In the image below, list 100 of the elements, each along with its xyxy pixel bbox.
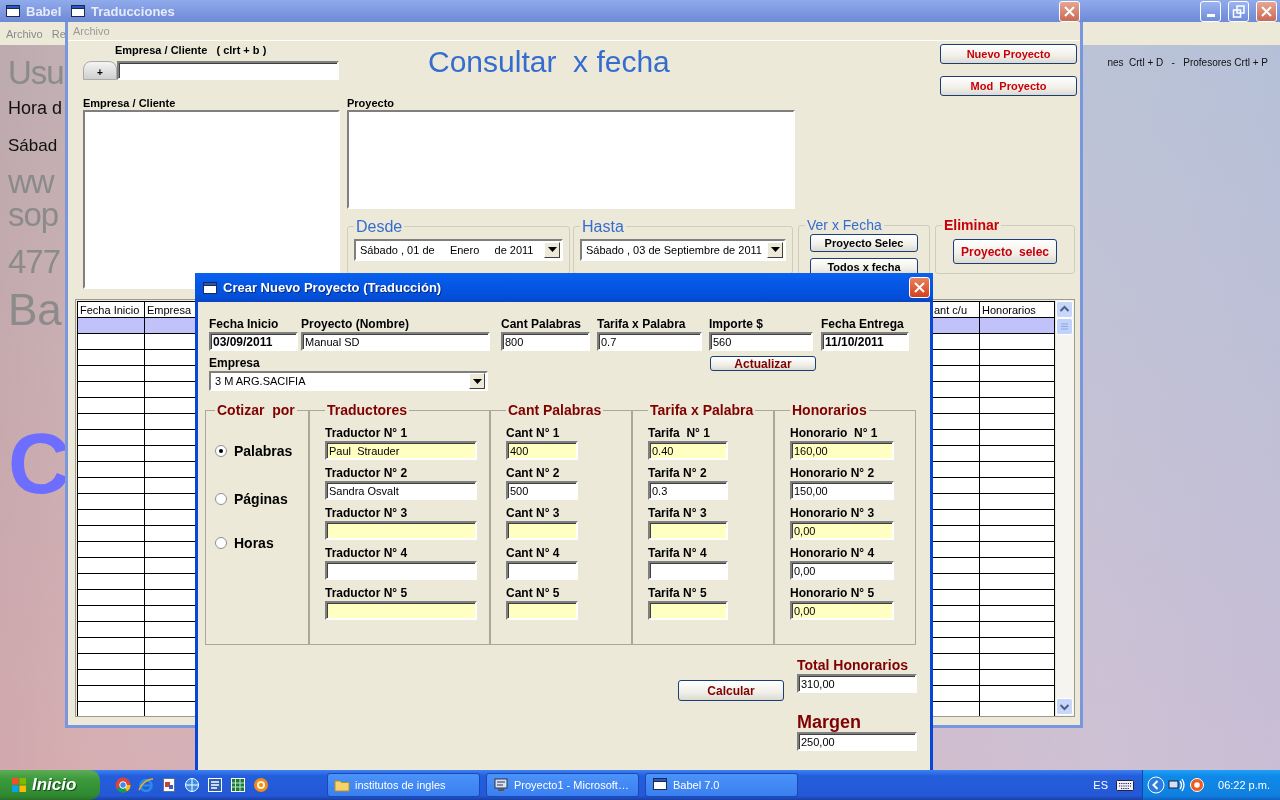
scrollbar-track[interactable] bbox=[1056, 300, 1074, 716]
column-header[interactable]: Fecha Inicio bbox=[77, 301, 145, 318]
text-field[interactable] bbox=[648, 561, 728, 581]
window-title: Babel bbox=[26, 3, 62, 19]
update-button[interactable]: Actualizar bbox=[710, 356, 816, 371]
text-field[interactable] bbox=[648, 601, 728, 621]
field-label: Proyecto bbox=[347, 97, 396, 110]
globe-icon[interactable] bbox=[184, 777, 200, 793]
background-text: Sábad bbox=[8, 137, 58, 154]
field-label: Cant N° 3 bbox=[506, 506, 561, 522]
field-label: Traductor N° 4 bbox=[325, 546, 409, 562]
scroll-up-button[interactable] bbox=[1056, 301, 1073, 318]
frame-legend: Hasta bbox=[580, 218, 626, 236]
text-field[interactable]: 0,00 bbox=[790, 521, 894, 541]
radio-label[interactable]: Páginas bbox=[234, 491, 288, 508]
radio-button[interactable] bbox=[215, 537, 227, 550]
text-field[interactable] bbox=[506, 561, 578, 581]
document-icon[interactable] bbox=[207, 777, 223, 793]
field-label: Traductor N° 5 bbox=[325, 586, 409, 602]
frame-legend: Desde bbox=[354, 218, 405, 236]
frame-legend: Traductores bbox=[325, 403, 410, 419]
ball-icon[interactable] bbox=[253, 777, 269, 793]
field-label: Fecha Inicio bbox=[209, 317, 280, 332]
shortcut-hint: nes Crtl + D - Profesores Crtl + P bbox=[1107, 57, 1268, 70]
text-field[interactable]: Sandra Osvalt bbox=[325, 481, 477, 501]
dropdown[interactable]: Sábado , 03 de Septiembre de 2011 bbox=[580, 238, 786, 261]
keyboard-icon[interactable] bbox=[1116, 778, 1134, 792]
text-field[interactable]: 800 bbox=[501, 332, 590, 351]
text-field[interactable] bbox=[325, 601, 477, 621]
background-text: Hora d bbox=[8, 99, 63, 117]
radio-button[interactable] bbox=[215, 493, 227, 506]
search-field[interactable] bbox=[117, 61, 339, 80]
text-field[interactable]: Paul Strauder bbox=[325, 441, 477, 461]
text-field[interactable]: 150,00 bbox=[790, 481, 894, 501]
background-text: sop bbox=[8, 198, 59, 231]
background-text: ww bbox=[8, 165, 54, 198]
frame-legend: Tarifa x Palabra bbox=[648, 403, 756, 419]
restore-icon bbox=[1230, 2, 1247, 20]
text-field[interactable]: Manual SD bbox=[301, 332, 490, 351]
field-label: Proyecto (Nombre) bbox=[301, 317, 411, 332]
spreadsheet-icon[interactable] bbox=[230, 777, 246, 793]
colored-circle-icon[interactable] bbox=[115, 777, 131, 793]
text-field[interactable]: 310,00 bbox=[797, 674, 917, 693]
radio-label[interactable]: Horas bbox=[234, 535, 274, 552]
field-label: Cant N° 1 bbox=[506, 426, 561, 442]
dropdown[interactable]: Sábado , 01 de Enero de 2011 bbox=[354, 238, 563, 261]
text-field[interactable]: 560 bbox=[709, 332, 813, 351]
calculate-button[interactable]: Calcular bbox=[678, 680, 784, 701]
frame-legend: Cant Palabras bbox=[506, 403, 604, 419]
chevron-icon[interactable] bbox=[1147, 776, 1165, 794]
field-label: Tarifa x Palabra bbox=[597, 317, 687, 332]
text-field[interactable] bbox=[648, 521, 728, 541]
filter-button[interactable]: Proyecto Selec bbox=[810, 234, 918, 253]
window-icon bbox=[70, 4, 86, 18]
language-indicator[interactable]: ES bbox=[1093, 779, 1108, 791]
add-button[interactable]: + bbox=[83, 61, 117, 80]
field-label: Traductor N° 2 bbox=[325, 466, 409, 482]
background-text: 477 bbox=[8, 245, 61, 278]
column-header[interactable]: Honorarios bbox=[979, 301, 1055, 318]
text-field[interactable]: 03/09/2011 bbox=[209, 332, 298, 351]
document-icon[interactable] bbox=[161, 777, 177, 793]
text-field[interactable]: 160,00 bbox=[790, 441, 894, 461]
field-label: Honorario N° 1 bbox=[790, 426, 879, 442]
field-label: Cant N° 4 bbox=[506, 546, 561, 562]
text-field[interactable]: 11/10/2011 bbox=[821, 332, 909, 351]
text-field[interactable]: 0,00 bbox=[790, 601, 894, 621]
text-field[interactable] bbox=[325, 561, 477, 581]
text-field[interactable]: 400 bbox=[506, 441, 578, 461]
text-field[interactable]: 0.7 bbox=[597, 332, 702, 351]
project-list[interactable] bbox=[347, 110, 795, 209]
text-field[interactable]: 0.3 bbox=[648, 481, 728, 501]
action-button[interactable]: Nuevo Proyecto bbox=[940, 44, 1077, 64]
frame-legend: Cotizar por bbox=[215, 403, 297, 419]
start-button[interactable]: Inicio bbox=[0, 770, 100, 800]
text-field[interactable] bbox=[325, 521, 477, 541]
text-field[interactable] bbox=[506, 601, 578, 621]
field-label: Honorario N° 4 bbox=[790, 546, 876, 562]
background-text: Ba bbox=[8, 288, 62, 332]
text-field[interactable]: 0,00 bbox=[790, 561, 894, 581]
scroll-thumb[interactable] bbox=[1056, 318, 1073, 335]
scroll-down-button[interactable] bbox=[1056, 698, 1073, 715]
text-field[interactable]: 250,00 bbox=[797, 732, 917, 751]
text-field[interactable] bbox=[506, 521, 578, 541]
field-label: Empresa / Cliente ( clrt + b ) bbox=[114, 44, 268, 57]
page-heading: Consultar x fecha bbox=[428, 45, 671, 79]
frame-legend: Eliminar bbox=[942, 218, 1002, 234]
caret-icon bbox=[770, 247, 780, 253]
delete-button[interactable]: Proyecto selec bbox=[953, 239, 1057, 265]
text-field[interactable]: 0.40 bbox=[648, 441, 728, 461]
dropdown[interactable]: 3 M ARG.SACIFIA bbox=[209, 371, 488, 391]
background-text: C bbox=[8, 420, 71, 506]
field-label: Honorario N° 3 bbox=[790, 506, 876, 522]
field-label: Honorario N° 5 bbox=[790, 586, 876, 602]
radio-button[interactable] bbox=[215, 445, 227, 458]
network-icon[interactable] bbox=[1168, 777, 1186, 793]
action-button[interactable]: Mod Proyecto bbox=[940, 76, 1077, 96]
text-field[interactable]: 500 bbox=[506, 481, 578, 501]
ring-icon[interactable] bbox=[138, 777, 154, 793]
close-button[interactable] bbox=[909, 277, 930, 298]
radio-label[interactable]: Palabras bbox=[234, 443, 293, 460]
